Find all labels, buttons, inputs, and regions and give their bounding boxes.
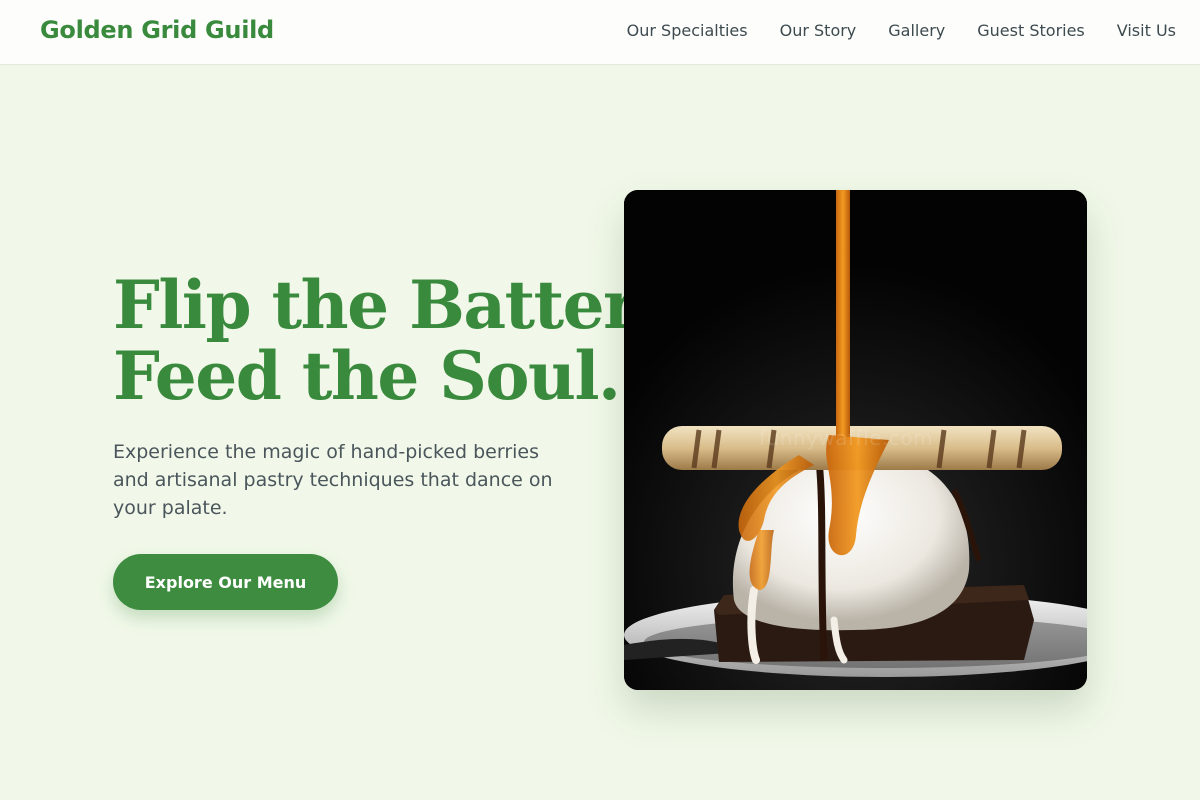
hero-title: Flip the Batter, Feed the Soul.: [113, 266, 655, 415]
site-header: Golden Grid Guild Our Specialties Our St…: [0, 0, 1200, 65]
nav-link-gallery[interactable]: Gallery: [888, 21, 945, 40]
hero-title-line-2: Feed the Soul.: [113, 337, 621, 415]
image-watermark: funnywaffle.com: [759, 426, 934, 450]
main-nav: Our Specialties Our Story Gallery Guest …: [627, 21, 1176, 40]
brand-logo[interactable]: Golden Grid Guild: [40, 16, 274, 44]
nav-link-visit-us[interactable]: Visit Us: [1117, 21, 1176, 40]
explore-menu-button[interactable]: Explore Our Menu: [113, 554, 338, 610]
hero-subtitle: Experience the magic of hand-picked berr…: [113, 441, 553, 519]
nav-link-our-specialties[interactable]: Our Specialties: [627, 21, 748, 40]
hero-title-line-1: Flip the Batter,: [113, 266, 655, 344]
nav-link-our-story[interactable]: Our Story: [780, 21, 857, 40]
hero-dessert-image: funnywaffle.com: [624, 190, 1087, 690]
nav-link-guest-stories[interactable]: Guest Stories: [977, 21, 1085, 40]
